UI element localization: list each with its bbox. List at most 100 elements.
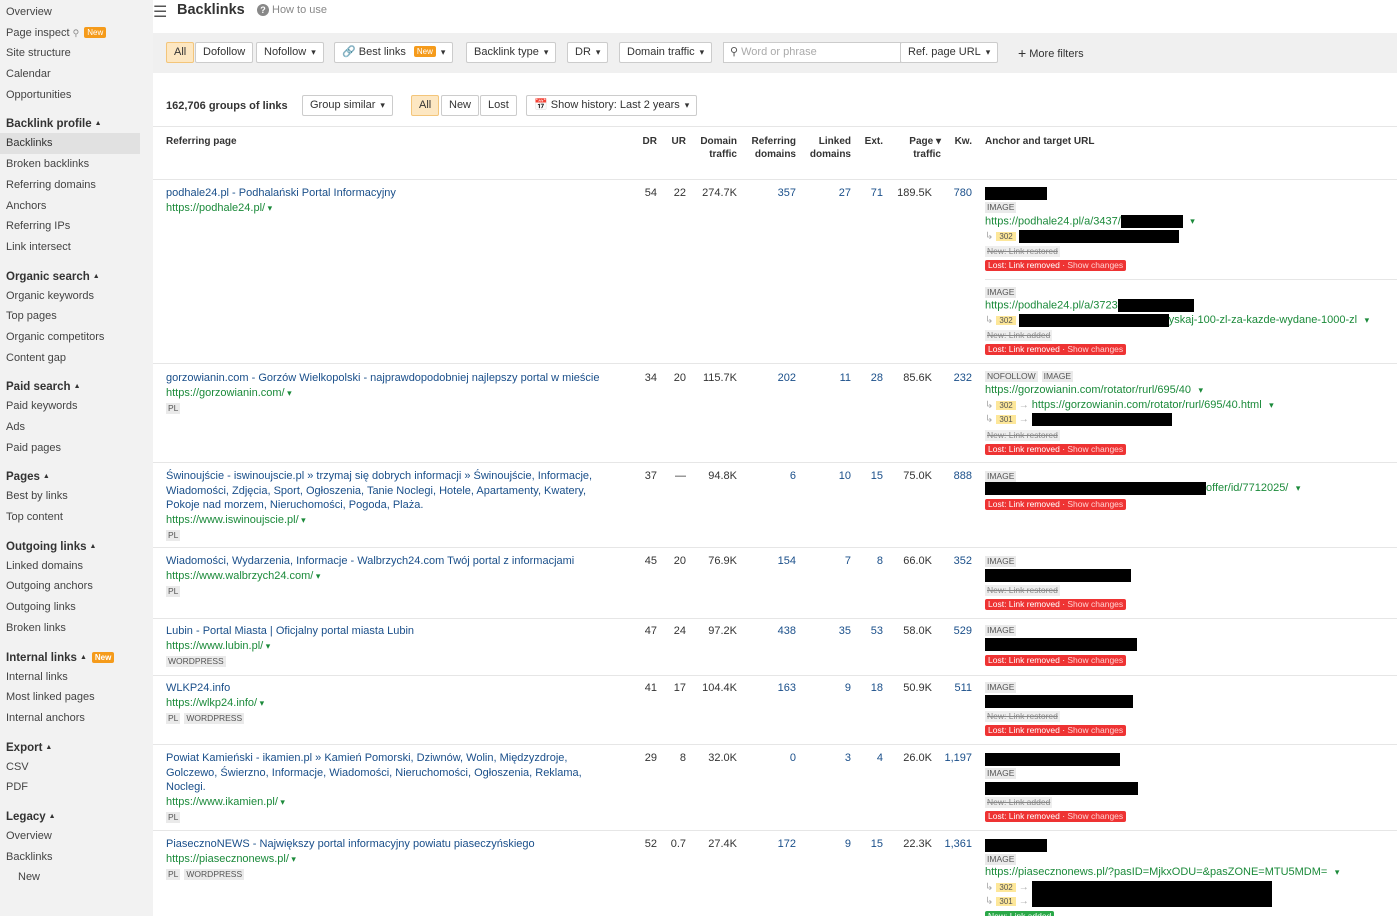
- referring-page-title[interactable]: podhale24.pl - Podhalański Portal Inform…: [166, 187, 396, 199]
- cell-linked-domains[interactable]: 27: [803, 187, 851, 199]
- cell-kw[interactable]: 1,361: [943, 838, 972, 850]
- cell-referring-domains[interactable]: 357: [743, 187, 796, 199]
- col-linked-domains[interactable]: Linked domains: [803, 135, 851, 161]
- referring-page-url[interactable]: https://www.ikamien.pl/: [166, 795, 611, 810]
- cell-referring-domains[interactable]: 172: [743, 838, 796, 850]
- menu-icon[interactable]: ☰: [153, 2, 167, 22]
- referring-page-title[interactable]: gorzowianin.com - Gorzów Wielkopolski - …: [166, 372, 599, 384]
- col-ur[interactable]: UR: [663, 135, 686, 148]
- show-history-dropdown[interactable]: 📅 Show history: Last 2 years: [526, 95, 698, 116]
- cell-ext[interactable]: 15: [858, 470, 883, 482]
- col-kw[interactable]: Kw.: [948, 135, 972, 148]
- sidebar-item-top-content[interactable]: Top content: [0, 507, 153, 528]
- section-head[interactable]: Backlink profile ▲: [0, 115, 153, 133]
- best-links-dropdown[interactable]: 🔗 Best links New: [334, 42, 454, 63]
- target-url[interactable]: https://gorzowianin.com/rotator/rurl/695…: [985, 384, 1203, 396]
- cell-kw[interactable]: 780: [943, 187, 972, 199]
- referring-page-url[interactable]: https://gorzowianin.com/: [166, 386, 611, 401]
- cell-kw[interactable]: 1,197: [943, 752, 972, 764]
- cell-ext[interactable]: 4: [858, 752, 883, 764]
- show-changes-link[interactable]: Show changes: [1067, 599, 1123, 609]
- cell-linked-domains[interactable]: 11: [803, 372, 851, 384]
- ref-page-url-dropdown[interactable]: Ref. page URL: [900, 42, 999, 63]
- sidebar-item-outgoing-anchors[interactable]: Outgoing anchors: [0, 576, 153, 597]
- redirect-url[interactable]: https://gorzowianin.com/rotator/rurl/695…: [1032, 399, 1274, 411]
- referring-page-url[interactable]: https://podhale24.pl/: [166, 201, 611, 216]
- target-url-dropdown[interactable]: [1183, 215, 1195, 227]
- filter-dofollow-button[interactable]: Dofollow: [195, 42, 254, 63]
- history-new-button[interactable]: New: [441, 95, 480, 116]
- sidebar-item-link-intersect[interactable]: Link intersect: [0, 237, 153, 258]
- referring-page-title[interactable]: Świnoujście - iswinoujscie.pl » trzymaj …: [166, 470, 592, 511]
- sidebar-item-csv[interactable]: CSV: [0, 757, 153, 778]
- sidebar-item-page-inspect[interactable]: Page inspect ⚲ New: [0, 23, 153, 44]
- cell-ext[interactable]: 53: [858, 625, 883, 637]
- referring-page-title[interactable]: WLKP24.info: [166, 682, 230, 694]
- search-input[interactable]: ⚲ Word or phrase: [723, 42, 901, 63]
- domain-traffic-dropdown[interactable]: Domain traffic: [619, 42, 713, 63]
- sidebar-item-paid-keywords[interactable]: Paid keywords: [0, 396, 153, 417]
- show-changes-link[interactable]: Show changes: [1067, 444, 1123, 454]
- filter-all-button[interactable]: All: [166, 42, 195, 63]
- cell-linked-domains[interactable]: 35: [803, 625, 851, 637]
- section-head[interactable]: Outgoing links ▲: [0, 538, 153, 556]
- cell-linked-domains[interactable]: 7: [803, 555, 851, 567]
- sidebar-item-linked-domains[interactable]: Linked domains: [0, 556, 153, 577]
- show-changes-link[interactable]: Show changes: [1067, 260, 1123, 270]
- sidebar-item-content-gap[interactable]: Content gap: [0, 348, 153, 369]
- cell-ext[interactable]: 15: [858, 838, 883, 850]
- history-all-button[interactable]: All: [411, 95, 440, 116]
- backlink-type-dropdown[interactable]: Backlink type: [466, 42, 557, 63]
- cell-ext[interactable]: 18: [858, 682, 883, 694]
- target-url[interactable]: https://podhale24.pl/a/3437/: [985, 215, 1121, 227]
- referring-page-url[interactable]: https://wlkp24.info/: [166, 696, 611, 711]
- group-similar-dropdown[interactable]: Group similar: [302, 95, 393, 116]
- cell-ext[interactable]: 71: [858, 187, 883, 199]
- cell-referring-domains[interactable]: 0: [743, 752, 796, 764]
- referring-page-title[interactable]: PiasecznoNEWS - Największy portal inform…: [166, 838, 535, 850]
- sidebar-item-pdf[interactable]: PDF: [0, 777, 153, 798]
- col-referring-domains[interactable]: Referring domains: [743, 135, 796, 161]
- referring-page-title[interactable]: Powiat Kamieński - ikamien.pl » Kamień P…: [166, 752, 582, 793]
- col-dr[interactable]: DR: [633, 135, 657, 148]
- target-url[interactable]: offer/id/7712025/: [1206, 482, 1300, 494]
- col-domain-traffic[interactable]: Domain traffic: [691, 135, 737, 161]
- sidebar-item-anchors[interactable]: Anchors: [0, 196, 153, 217]
- sidebar-item-referring-domains[interactable]: Referring domains: [0, 175, 153, 196]
- cell-referring-domains[interactable]: 6: [743, 470, 796, 482]
- cell-kw[interactable]: 232: [943, 372, 972, 384]
- cell-referring-domains[interactable]: 202: [743, 372, 796, 384]
- col-page-traffic[interactable]: Page ▾ traffic: [893, 135, 941, 161]
- referring-page-title[interactable]: Wiadomości, Wydarzenia, Informacje - Wal…: [166, 555, 574, 567]
- cell-kw[interactable]: 888: [943, 470, 972, 482]
- sidebar-item-internal-links[interactable]: Internal links: [0, 667, 153, 688]
- cell-kw[interactable]: 529: [943, 625, 972, 637]
- more-filters-button[interactable]: + More filters: [1018, 45, 1084, 61]
- cell-linked-domains[interactable]: 10: [803, 470, 851, 482]
- section-head[interactable]: Export ▲: [0, 739, 153, 757]
- cell-ext[interactable]: 8: [858, 555, 883, 567]
- dr-dropdown[interactable]: DR: [567, 42, 609, 63]
- show-changes-link[interactable]: Show changes: [1067, 499, 1123, 509]
- sidebar-item-outgoing-links[interactable]: Outgoing links: [0, 597, 153, 618]
- cell-referring-domains[interactable]: 163: [743, 682, 796, 694]
- sidebar-item-site-structure[interactable]: Site structure: [0, 43, 153, 64]
- cell-kw[interactable]: 511: [943, 682, 972, 694]
- sidebar-item-best-by-links[interactable]: Best by links: [0, 486, 153, 507]
- referring-page-title[interactable]: Lubin - Portal Miasta | Oficjalny portal…: [166, 625, 414, 637]
- cell-linked-domains[interactable]: 3: [803, 752, 851, 764]
- sidebar-item-internal-anchors[interactable]: Internal anchors: [0, 708, 153, 729]
- sidebar-item-broken-backlinks[interactable]: Broken backlinks: [0, 154, 153, 175]
- cell-linked-domains[interactable]: 9: [803, 838, 851, 850]
- show-changes-link[interactable]: Show changes: [1067, 655, 1123, 665]
- cell-referring-domains[interactable]: 438: [743, 625, 796, 637]
- col-referring-page[interactable]: Referring page: [166, 135, 237, 148]
- target-url[interactable]: https://podhale24.pl/a/3723: [985, 299, 1118, 311]
- cell-referring-domains[interactable]: 154: [743, 555, 796, 567]
- sidebar-item-most-linked-pages[interactable]: Most linked pages: [0, 687, 153, 708]
- cell-linked-domains[interactable]: 9: [803, 682, 851, 694]
- sidebar-item-calendar[interactable]: Calendar: [0, 64, 153, 85]
- sidebar-item-legacy-new[interactable]: New: [0, 867, 153, 888]
- show-changes-link[interactable]: Show changes: [1067, 344, 1123, 354]
- target-url[interactable]: https://piasecznonews.pl/?pasID=MjkxODU=…: [985, 866, 1339, 878]
